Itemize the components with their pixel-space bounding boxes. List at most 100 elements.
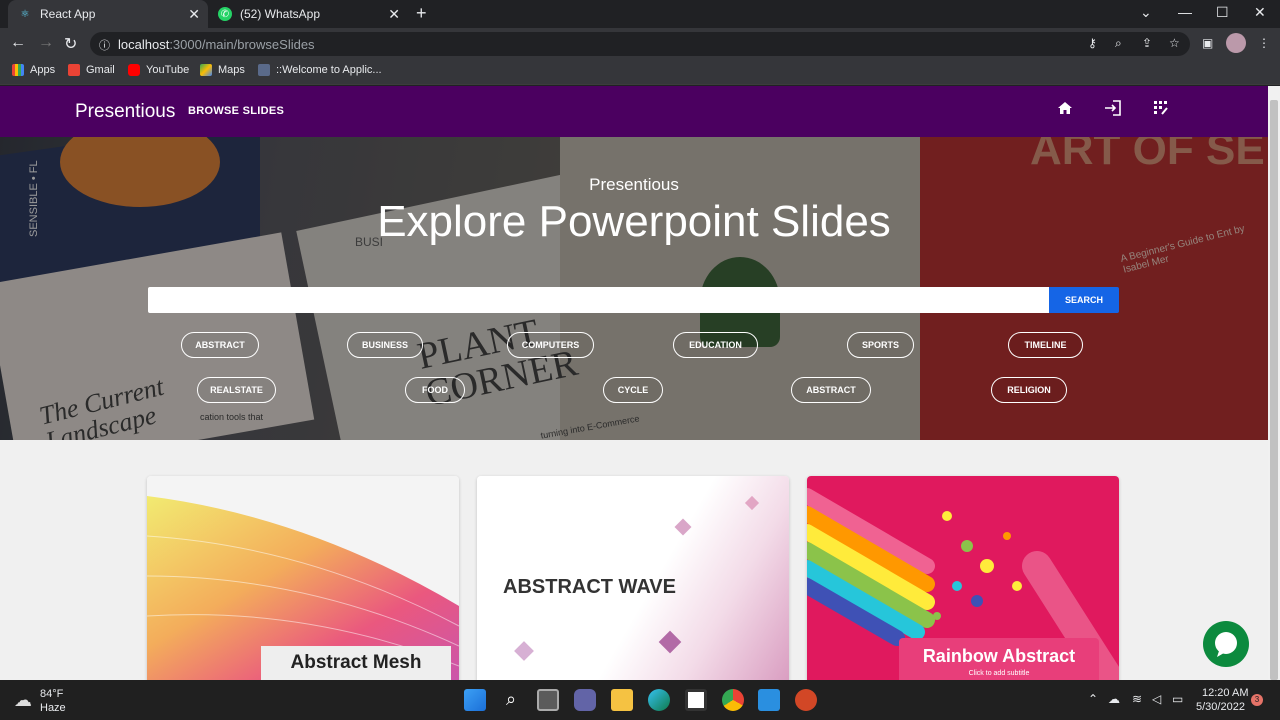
page-content: Presentious BROWSE SLIDES ART OF SE SENS… xyxy=(0,86,1268,680)
category-chip-cycle[interactable]: CYCLE xyxy=(603,377,663,403)
close-tab-icon[interactable]: ✕ xyxy=(388,6,400,23)
category-chip-sports[interactable]: SPORTS xyxy=(847,332,914,358)
search-button[interactable]: SEARCH xyxy=(1049,287,1119,313)
windows-taskbar: ☁ 84°F Haze ⌕ ⌃ ☁ ≋ ◁ ▭ 12:20 AM 5/30/20… xyxy=(0,680,1280,720)
search-icon[interactable]: ⌕ xyxy=(500,689,522,711)
address-toolbar: ← → ↻ ⓘ localhost:3000/main/browseSlides… xyxy=(0,28,1280,59)
app-navbar: Presentious BROWSE SLIDES xyxy=(0,86,1268,137)
tab-whatsapp[interactable]: ✆ (52) WhatsApp ✕ xyxy=(208,0,408,28)
youtube-icon xyxy=(128,64,140,76)
tray-chevron-icon[interactable]: ⌃ xyxy=(1088,692,1098,706)
forward-icon[interactable]: → xyxy=(38,34,54,52)
tab-title: (52) WhatsApp xyxy=(240,7,321,21)
menu-icon[interactable]: ⋮ xyxy=(1258,36,1270,50)
new-tab-icon[interactable]: + xyxy=(416,3,427,24)
bookmark-label: Gmail xyxy=(86,64,115,76)
bookmark-applic[interactable]: ::Welcome to Applic... xyxy=(258,64,382,76)
card-title: ABSTRACT WAVE xyxy=(503,576,676,598)
category-chip-abstract[interactable]: ABSTRACT xyxy=(181,332,259,358)
page-scrollbar[interactable] xyxy=(1268,86,1280,680)
bookmark-apps[interactable]: Apps xyxy=(12,64,55,76)
bookmark-maps[interactable]: Maps xyxy=(200,64,245,76)
sidepanel-icon[interactable]: ▣ xyxy=(1202,36,1213,50)
browse-slides-link[interactable]: BROWSE SLIDES xyxy=(188,105,284,117)
bookmark-label: YouTube xyxy=(146,64,190,76)
star-icon[interactable]: ☆ xyxy=(1169,36,1180,50)
slide-card[interactable]: ABSTRACT WAVE xyxy=(477,476,789,680)
hero-banner: ART OF SE SENSIBLE • FL BUSI PLANT CORNE… xyxy=(0,137,1268,440)
brand-logo[interactable]: Presentious xyxy=(75,101,175,123)
file-explorer-icon[interactable] xyxy=(611,689,633,711)
close-window-icon[interactable]: ✕ xyxy=(1254,4,1266,21)
chrome-icon[interactable] xyxy=(722,689,744,711)
weather-temp[interactable]: 84°F xyxy=(40,688,63,700)
wifi-icon[interactable]: ≋ xyxy=(1132,692,1142,706)
reload-icon[interactable]: ↻ xyxy=(64,34,77,54)
category-chip-timeline[interactable]: TIMELINE xyxy=(1008,332,1083,358)
volume-mute-icon[interactable]: ◁ xyxy=(1152,692,1161,706)
category-chip-abstract-2[interactable]: ABSTRACT xyxy=(791,377,871,403)
card-title: Rainbow Abstract xyxy=(922,646,1076,666)
url-path: :3000/main/browseSlides xyxy=(169,36,315,52)
hero-subtitle: Presentious xyxy=(589,175,679,194)
maximize-icon[interactable]: ☐ xyxy=(1216,4,1229,21)
chat-bubble-icon xyxy=(1215,632,1237,657)
weather-desc[interactable]: Haze xyxy=(40,702,66,714)
share-icon[interactable]: ⇪ xyxy=(1142,36,1152,50)
hero-title: Explore Powerpoint Slides xyxy=(377,197,891,246)
scrollbar-thumb[interactable] xyxy=(1270,100,1278,680)
slide-card[interactable]: Rainbow Abstract Click to add subtitle xyxy=(807,476,1119,680)
powerpoint-icon[interactable] xyxy=(795,689,817,711)
onedrive-icon[interactable]: ☁ xyxy=(1108,692,1120,706)
search-input[interactable] xyxy=(148,287,1049,313)
clock-time[interactable]: 12:20 AM xyxy=(1202,687,1248,699)
tab-title: React App xyxy=(40,7,96,21)
dashboard-icon[interactable] xyxy=(1151,100,1171,120)
back-icon[interactable]: ← xyxy=(10,34,26,52)
category-chip-education[interactable]: EDUCATION xyxy=(673,332,758,358)
bookmark-gmail[interactable]: Gmail xyxy=(68,64,115,76)
weather-icon[interactable]: ☁ xyxy=(14,690,32,711)
globe-icon xyxy=(258,64,270,76)
task-view-icon[interactable] xyxy=(537,689,559,711)
category-chip-religion[interactable]: RELIGION xyxy=(991,377,1067,403)
login-icon[interactable] xyxy=(1103,100,1123,120)
bookmark-label: ::Welcome to Applic... xyxy=(276,64,382,76)
store-icon[interactable] xyxy=(685,689,707,711)
category-chip-business[interactable]: BUSINESS xyxy=(347,332,423,358)
vscode-icon[interactable] xyxy=(758,689,780,711)
close-tab-icon[interactable]: ✕ xyxy=(188,6,200,23)
bookmarks-bar: Apps Gmail YouTube Maps ::Welcome to App… xyxy=(0,59,1280,85)
react-icon: ⚛ xyxy=(20,8,30,20)
clock-date[interactable]: 5/30/2022 xyxy=(1196,701,1245,713)
key-icon[interactable]: ⚷ xyxy=(1088,36,1097,50)
tab-search-icon[interactable]: ⌄ xyxy=(1140,4,1152,21)
bookmark-youtube[interactable]: YouTube xyxy=(128,64,189,76)
zoom-icon[interactable]: ⌕ xyxy=(1115,36,1122,51)
card-title: Abstract Mesh xyxy=(290,652,422,673)
minimize-icon[interactable]: — xyxy=(1178,4,1192,20)
teams-icon[interactable] xyxy=(574,689,596,711)
start-icon[interactable] xyxy=(464,689,486,711)
tab-react-app[interactable]: ⚛ React App ✕ xyxy=(8,0,208,28)
info-icon[interactable]: ⓘ xyxy=(99,37,110,53)
bookmark-label: Apps xyxy=(30,64,56,76)
category-chip-food[interactable]: FOOD xyxy=(405,377,465,403)
whatsapp-icon: ✆ xyxy=(218,7,232,21)
edge-icon[interactable] xyxy=(648,689,670,711)
maps-icon xyxy=(200,64,212,76)
gmail-icon xyxy=(68,64,80,76)
url-host: localhost xyxy=(118,36,170,52)
url-bar[interactable]: ⓘ localhost:3000/main/browseSlides xyxy=(90,32,1190,56)
slide-card[interactable]: Abstract Mesh xyxy=(147,476,459,680)
profile-avatar[interactable] xyxy=(1226,33,1246,53)
category-chip-realstate[interactable]: REALSTATE xyxy=(197,377,276,403)
apps-icon xyxy=(12,64,24,76)
notification-badge[interactable]: 3 xyxy=(1251,694,1263,706)
category-chip-computers[interactable]: COMPUTERS xyxy=(507,332,594,358)
home-icon[interactable] xyxy=(1055,100,1075,120)
battery-icon[interactable]: ▭ xyxy=(1172,692,1183,706)
browser-tab-strip: ⚛ React App ✕ ✆ (52) WhatsApp ✕ + ⌄ — ☐ … xyxy=(0,0,1280,28)
chat-button[interactable] xyxy=(1203,621,1249,667)
card-subtitle: Click to add subtitle xyxy=(968,670,1030,677)
